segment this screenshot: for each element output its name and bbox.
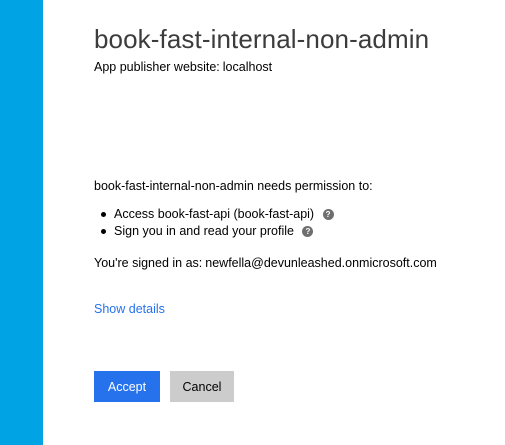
permission-label: Access book-fast-api (book-fast-api) [114, 207, 315, 221]
publisher-website: App publisher website: localhost [94, 60, 272, 74]
permission-item: Sign you in and read your profile ? [94, 223, 334, 240]
bullet-icon [101, 229, 106, 234]
permission-intro: book-fast-internal-non-admin needs permi… [94, 179, 373, 193]
account-email: newfella@devunleashed.onmicrosoft.com [205, 256, 437, 270]
publisher-label: App publisher website: [94, 60, 220, 74]
question-circle-icon[interactable]: ? [302, 226, 314, 237]
signed-in-label: You're signed in as: [94, 256, 203, 270]
bullet-icon [101, 212, 106, 217]
show-details-link[interactable]: Show details [94, 302, 165, 316]
permission-list: Access book-fast-api (book-fast-api) ? S… [94, 206, 334, 240]
question-circle-icon[interactable]: ? [322, 209, 334, 220]
accept-button[interactable]: Accept [94, 371, 160, 402]
app-title: book-fast-internal-non-admin [94, 24, 430, 54]
permission-label: Sign you in and read your profile [114, 224, 294, 238]
publisher-domain: localhost [222, 60, 273, 74]
signed-in-info: You're signed in as: newfella@devunleashe… [94, 256, 437, 270]
left-accent-bar [0, 0, 43, 445]
permission-item: Access book-fast-api (book-fast-api) ? [94, 206, 334, 223]
cancel-button[interactable]: Cancel [170, 371, 234, 402]
